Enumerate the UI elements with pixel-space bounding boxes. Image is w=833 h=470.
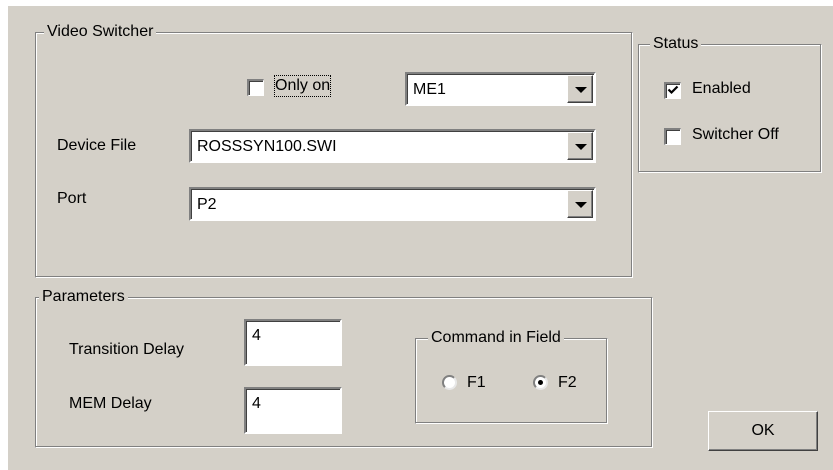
radio-selected-dot [538, 380, 543, 385]
status-title: Status [650, 34, 702, 54]
parameters-title: Parameters [39, 287, 128, 307]
mem-delay-input[interactable]: 4 [244, 387, 342, 434]
mem-delay-label: MEM Delay [69, 395, 152, 412]
f2-label[interactable]: F2 [558, 373, 577, 393]
switcher-off-label[interactable]: Switcher Off [692, 125, 779, 145]
status-group [638, 44, 822, 173]
f1-label[interactable]: F1 [467, 373, 486, 393]
switcher-off-checkbox[interactable] [664, 128, 681, 145]
me-select[interactable]: ME1 [405, 72, 596, 106]
video-switcher-dialog: Video Switcher Only on ME1 Device File R… [8, 6, 833, 470]
me-select-dropdown-button[interactable] [567, 75, 593, 103]
device-file-dropdown-button[interactable] [567, 132, 593, 160]
checkmark-icon [667, 85, 679, 95]
device-file-label: Device File [57, 137, 137, 154]
mem-delay-value: 4 [252, 395, 261, 412]
f2-radio[interactable] [533, 375, 548, 390]
port-select[interactable]: P2 [189, 187, 596, 221]
enabled-label[interactable]: Enabled [692, 79, 751, 99]
transition-delay-label: Transition Delay [69, 341, 185, 358]
device-file-select[interactable]: ROSSSYN100.SWI [189, 129, 596, 163]
port-dropdown-button[interactable] [567, 190, 593, 218]
me-select-value: ME1 [413, 81, 446, 98]
port-label: Port [57, 190, 87, 207]
enabled-checkbox[interactable] [664, 82, 681, 99]
chevron-down-icon [575, 202, 587, 208]
video-switcher-title: Video Switcher [44, 22, 157, 42]
chevron-down-icon [575, 87, 587, 93]
only-on-checkbox[interactable] [247, 79, 264, 96]
f1-radio[interactable] [442, 375, 457, 390]
ok-button[interactable]: OK [708, 411, 818, 451]
port-value: P2 [197, 196, 217, 213]
transition-delay-input[interactable]: 4 [244, 319, 342, 366]
command-in-field-title: Command in Field [428, 328, 564, 348]
transition-delay-value: 4 [252, 327, 261, 344]
chevron-down-icon [575, 144, 587, 150]
device-file-value: ROSSSYN100.SWI [197, 138, 337, 155]
only-on-label[interactable]: Only on [273, 75, 332, 97]
